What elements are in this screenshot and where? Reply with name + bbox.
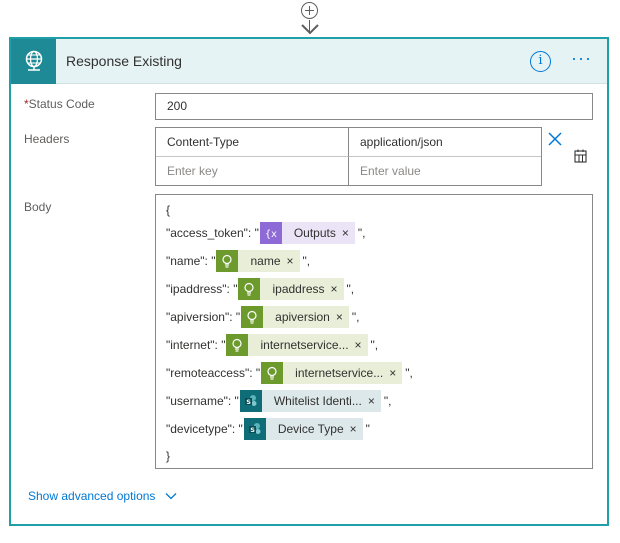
lightbulb-icon (216, 250, 239, 272)
switch-to-text-mode-icon[interactable] (574, 149, 588, 163)
body-line-devicetype: "devicetype": " S Device Type × " (166, 418, 370, 440)
token-internetservice-remote[interactable]: internetservice... × (261, 362, 403, 384)
lightbulb-icon (226, 334, 249, 356)
headers-label: Headers (24, 132, 70, 146)
new-header-key-input[interactable]: Enter key (156, 157, 349, 186)
token-remove-icon[interactable]: × (389, 362, 402, 384)
token-remove-icon[interactable]: × (331, 278, 344, 300)
body-line-suffix: ", (302, 254, 311, 268)
svg-text:S: S (246, 398, 251, 406)
body-line-key: "apiversion": " (166, 310, 241, 324)
token-internetservice[interactable]: internetservice... × (226, 334, 368, 356)
body-line-suffix: " (365, 422, 370, 436)
expression-icon: {x} (259, 222, 282, 244)
info-icon[interactable]: i (530, 51, 551, 72)
advanced-options-label: Show advanced options (28, 489, 156, 503)
status-code-input[interactable]: 200 (155, 93, 593, 120)
body-line-suffix: ", (351, 310, 360, 324)
remove-header-close-icon[interactable] (548, 132, 562, 146)
status-code-label: *Status Code (24, 97, 95, 111)
body-line-internet: "internet": " internetservice... × ", (166, 334, 378, 356)
body-line-suffix: ", (357, 226, 366, 240)
token-label: Outputs (293, 226, 336, 240)
globe-icon (11, 39, 56, 84)
token-apiversion[interactable]: apiversion × (241, 306, 349, 328)
lightbulb-icon (261, 362, 284, 384)
token-label: ipaddress (272, 282, 325, 296)
body-editor[interactable]: { "access_token": " {x} Outputs × ", "na… (155, 194, 593, 469)
token-label: Device Type (277, 422, 344, 436)
headers-table: Content-Type application/json Enter key … (155, 127, 542, 186)
token-label: internetservice... (260, 338, 349, 352)
body-label: Body (24, 200, 52, 214)
add-step-connector (297, 0, 323, 38)
header-value-input[interactable]: application/json (349, 128, 541, 157)
token-device-type[interactable]: S Device Type × (243, 418, 363, 440)
body-line-suffix: ", (405, 366, 413, 380)
token-outputs[interactable]: {x} Outputs × (259, 222, 355, 244)
token-name[interactable]: name × (216, 250, 300, 272)
card-title: Response Existing (66, 53, 182, 69)
more-options-icon[interactable]: ··· (571, 49, 599, 71)
lightbulb-icon (238, 278, 261, 300)
token-remove-icon[interactable]: × (336, 306, 349, 328)
body-line-key: "name": " (166, 254, 216, 268)
body-line-key: "access_token": " (166, 226, 259, 240)
body-line-key: "ipaddress": " (166, 282, 238, 296)
body-line-username: "username": " S Whitelist Identi... × ", (166, 390, 391, 412)
open-brace: { (166, 203, 171, 217)
token-remove-icon[interactable]: × (287, 250, 300, 272)
token-remove-icon[interactable]: × (350, 418, 363, 440)
new-header-value-input[interactable]: Enter value (349, 157, 541, 186)
token-whitelist-identity[interactable]: S Whitelist Identi... × (239, 390, 381, 412)
sharepoint-icon: S (243, 418, 266, 440)
chevron-down-icon (165, 493, 177, 500)
status-code-label-text: Status Code (28, 97, 95, 111)
svg-text:{x}: {x} (265, 229, 278, 240)
header-key-input[interactable]: Content-Type (156, 128, 349, 157)
svg-text:S: S (250, 426, 255, 434)
close-brace: } (166, 449, 171, 463)
token-label: internetservice... (295, 366, 384, 380)
sharepoint-icon: S (239, 390, 262, 412)
body-line-remoteaccess: "remoteaccess": " internetservice... × "… (166, 362, 413, 384)
response-action-card: Response Existing i ··· *Status Code 200… (9, 37, 609, 526)
body-line-ipaddress: "ipaddress": " ipaddress × ", (166, 278, 354, 300)
token-ipaddress[interactable]: ipaddress × (238, 278, 344, 300)
token-remove-icon[interactable]: × (342, 222, 355, 244)
token-remove-icon[interactable]: × (355, 334, 368, 356)
lightbulb-icon (241, 306, 264, 328)
body-line-key: "devicetype": " (166, 422, 243, 436)
card-header[interactable]: Response Existing i ··· (11, 39, 607, 84)
body-line-suffix: ", (346, 282, 355, 296)
body-line-key: "username": " (166, 394, 239, 408)
body-line-suffix: ", (370, 338, 379, 352)
add-step-plus-icon[interactable] (301, 2, 318, 19)
body-line-key: "remoteaccess": " (166, 366, 261, 380)
arrow-down-icon (301, 24, 319, 35)
body-line-access-token: "access_token": " {x} Outputs × ", (166, 222, 365, 244)
token-label: Whitelist Identi... (273, 394, 362, 408)
token-label: name (250, 254, 281, 268)
show-advanced-options-link[interactable]: Show advanced options (28, 489, 177, 503)
token-remove-icon[interactable]: × (368, 390, 381, 412)
token-label: apiversion (275, 310, 330, 324)
body-line-suffix: ", (383, 394, 392, 408)
body-line-name: "name": " name × ", (166, 250, 310, 272)
body-line-key: "internet": " (166, 338, 226, 352)
body-line-apiversion: "apiversion": " apiversion × ", (166, 306, 359, 328)
